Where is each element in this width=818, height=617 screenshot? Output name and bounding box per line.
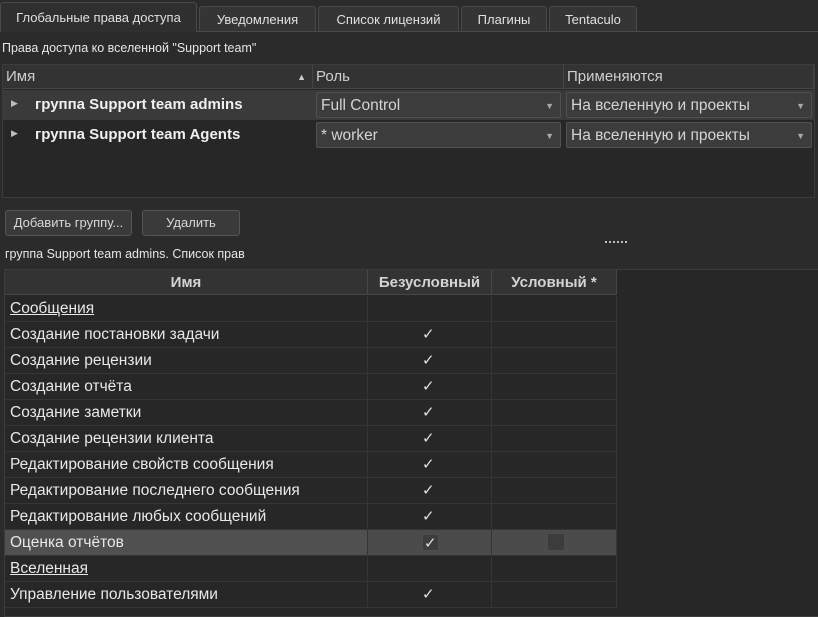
unconditional-cell	[368, 296, 492, 322]
column-header-applies[interactable]: Применяются	[564, 65, 814, 89]
conditional-cell[interactable]	[492, 322, 617, 348]
column-header-right-name[interactable]: Имя	[5, 270, 368, 295]
checkmark-icon[interactable]: ✓	[422, 481, 435, 499]
checkmark-icon: ✓	[424, 535, 437, 552]
checkmark-icon[interactable]: ✓	[422, 585, 435, 603]
dropdown-arrow-icon: ▼	[796, 131, 805, 141]
tab-notifications[interactable]: Уведомления	[199, 6, 316, 31]
permission-name: Редактирование любых сообщений	[5, 504, 368, 530]
group-row[interactable]: ▶ группа Support team Agents * worker ▼ …	[3, 120, 814, 150]
splitter-handle[interactable]	[605, 241, 627, 243]
conditional-cell[interactable]	[492, 452, 617, 478]
category-label: Вселенная	[5, 556, 368, 582]
permission-row[interactable]: Создание отчёта ✓	[5, 374, 617, 400]
role-select[interactable]: Full Control ▼	[316, 92, 561, 118]
permission-row[interactable]: Создание рецензии клиента ✓	[5, 426, 617, 452]
conditional-cell	[492, 556, 617, 582]
permission-name: Создание рецензии клиента	[5, 426, 368, 452]
add-group-button[interactable]: Добавить группу...	[5, 210, 132, 236]
group-name: группа Support team admins	[35, 96, 243, 113]
dropdown-arrow-icon: ▼	[545, 101, 554, 111]
permission-row-selected[interactable]: Оценка отчётов ✓	[5, 530, 617, 556]
unconditional-cell	[368, 556, 492, 582]
applies-select[interactable]: На вселенную и проекты ▼	[566, 122, 812, 148]
tab-plugins[interactable]: Плагины	[461, 6, 547, 31]
conditional-cell[interactable]	[492, 478, 617, 504]
unconditional-cell[interactable]: ✓	[368, 504, 492, 530]
checkmark-icon[interactable]: ✓	[422, 429, 435, 447]
checkmark-icon[interactable]: ✓	[422, 377, 435, 395]
column-header-conditional[interactable]: Условный *	[492, 270, 617, 295]
permission-name: Создание заметки	[5, 400, 368, 426]
permission-name: Создание отчёта	[5, 374, 368, 400]
checkmark-icon[interactable]: ✓	[422, 455, 435, 473]
unconditional-cell[interactable]: ✓	[368, 530, 492, 556]
category-row: Вселенная	[5, 556, 617, 582]
unconditional-cell[interactable]: ✓	[368, 374, 492, 400]
column-header-role[interactable]: Роль	[313, 65, 564, 89]
tab-bar: Глобальные права доступа Уведомления Спи…	[0, 0, 818, 32]
conditional-cell[interactable]	[492, 348, 617, 374]
role-select[interactable]: * worker ▼	[316, 122, 561, 148]
column-header-name-label: Имя	[6, 68, 36, 85]
unconditional-cell[interactable]: ✓	[368, 478, 492, 504]
unconditional-cell[interactable]: ✓	[368, 348, 492, 374]
permission-name: Управление пользователями	[5, 582, 368, 608]
permission-row[interactable]: Редактирование свойств сообщения ✓	[5, 452, 617, 478]
role-select-value: Full Control	[321, 97, 401, 114]
role-select-value: * worker	[321, 127, 378, 144]
permission-row[interactable]: Создание рецензии ✓	[5, 348, 617, 374]
permission-row[interactable]: Создание заметки ✓	[5, 400, 617, 426]
category-label: Сообщения	[5, 296, 368, 322]
permission-row[interactable]: Управление пользователями ✓	[5, 582, 617, 608]
permission-name: Создание постановки задачи	[5, 322, 368, 348]
permission-name: Создание рецензии	[5, 348, 368, 374]
conditional-cell[interactable]	[492, 582, 617, 608]
group-row[interactable]: ▶ группа Support team admins Full Contro…	[3, 90, 814, 120]
column-header-unconditional[interactable]: Безусловный	[368, 270, 492, 295]
unconditional-checkbox[interactable]: ✓	[422, 534, 439, 552]
checkmark-icon[interactable]: ✓	[422, 325, 435, 343]
unconditional-cell[interactable]: ✓	[368, 582, 492, 608]
conditional-cell[interactable]	[492, 530, 617, 556]
rights-table: Имя Безусловный Условный * Сообщения Соз…	[4, 269, 818, 617]
group-access-table: Имя ▲ Роль Применяются ▶ группа Support …	[2, 64, 815, 198]
conditional-checkbox[interactable]	[547, 533, 565, 551]
checkmark-icon[interactable]: ✓	[422, 507, 435, 525]
group-name: группа Support team Agents	[35, 126, 241, 143]
unconditional-cell[interactable]: ✓	[368, 322, 492, 348]
conditional-cell[interactable]	[492, 400, 617, 426]
checkmark-icon[interactable]: ✓	[422, 403, 435, 421]
applies-select-value: На вселенную и проекты	[571, 127, 750, 144]
tab-tentaculo[interactable]: Tentaculo	[549, 6, 637, 31]
conditional-cell[interactable]	[492, 504, 617, 530]
permission-row[interactable]: Создание постановки задачи ✓	[5, 322, 617, 348]
applies-select[interactable]: На вселенную и проекты ▼	[566, 92, 812, 118]
unconditional-cell[interactable]: ✓	[368, 426, 492, 452]
dropdown-arrow-icon: ▼	[796, 101, 805, 111]
expand-arrow-icon[interactable]: ▶	[11, 128, 18, 139]
applies-select-value: На вселенную и проекты	[571, 97, 750, 114]
category-row: Сообщения	[5, 296, 617, 322]
checkmark-icon[interactable]: ✓	[422, 351, 435, 369]
column-header-name[interactable]: Имя ▲	[3, 65, 313, 89]
permission-name: Редактирование последнего сообщения	[5, 478, 368, 504]
permission-row[interactable]: Редактирование любых сообщений ✓	[5, 504, 617, 530]
permission-row[interactable]: Редактирование последнего сообщения ✓	[5, 478, 617, 504]
delete-button[interactable]: Удалить	[142, 210, 240, 236]
tab-licenses[interactable]: Список лицензий	[318, 6, 459, 31]
dropdown-arrow-icon: ▼	[545, 131, 554, 141]
tab-global-permissions[interactable]: Глобальные права доступа	[0, 2, 197, 32]
rights-caption: группа Support team admins. Список прав	[5, 247, 245, 261]
conditional-cell[interactable]	[492, 374, 617, 400]
universe-caption: Права доступа ко вселенной "Support team…	[2, 41, 257, 55]
expand-arrow-icon[interactable]: ▶	[11, 98, 18, 109]
sort-ascending-icon: ▲	[297, 72, 306, 82]
conditional-cell	[492, 296, 617, 322]
permission-name: Оценка отчётов	[5, 530, 368, 556]
unconditional-cell[interactable]: ✓	[368, 400, 492, 426]
conditional-cell[interactable]	[492, 426, 617, 452]
unconditional-cell[interactable]: ✓	[368, 452, 492, 478]
permission-name: Редактирование свойств сообщения	[5, 452, 368, 478]
